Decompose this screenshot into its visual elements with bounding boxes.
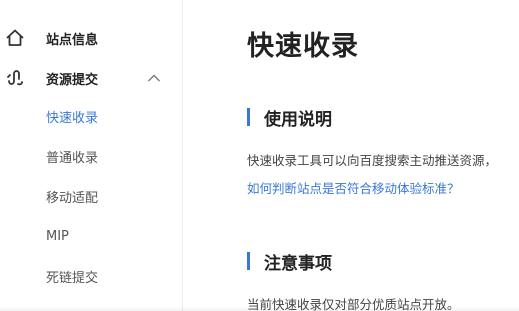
sidebar-item-resource-submit[interactable]: 资源提交	[0, 58, 182, 98]
sidebar-item-site-info[interactable]: 站点信息	[0, 18, 182, 58]
section-notice-heading: 注意事项	[247, 251, 332, 274]
sidebar-subitem-normal-index[interactable]: 普通收录	[46, 144, 98, 168]
sidebar-subitem-fast-index[interactable]: 快速收录	[46, 104, 98, 128]
usage-description: 快速收录工具可以向百度搜索主动推送资源，	[247, 153, 498, 168]
main-content: 快速收录 使用说明 快速收录工具可以向百度搜索主动推送资源， 如何判断站点是否符…	[183, 0, 519, 311]
bottom-shadow	[0, 307, 519, 311]
sidebar-subitem-mobile-adapt[interactable]: 移动适配	[46, 184, 98, 208]
sidebar-subitem-deadlink[interactable]: 死链提交	[46, 264, 98, 288]
sidebar-item-label: 资源提交	[46, 72, 99, 88]
section-usage-heading: 使用说明	[247, 107, 332, 130]
section-accent-bar	[247, 252, 250, 270]
section-accent-bar	[247, 108, 250, 126]
chevron-up-icon[interactable]	[146, 70, 162, 86]
home-icon	[4, 27, 26, 49]
mobile-standard-link[interactable]: 如何判断站点是否符合移动体验标准？	[247, 178, 460, 197]
sidebar: 站点信息 资源提交 快速收录 普通收录 移动适配 MIP 死链提交	[0, 0, 183, 311]
sidebar-item-label: 站点信息	[46, 32, 99, 48]
sidebar-subitem-mip[interactable]: MIP	[46, 224, 69, 248]
link-icon	[4, 67, 26, 89]
page-title: 快速收录	[247, 31, 359, 62]
section-title: 注意事项	[264, 253, 332, 274]
section-title: 使用说明	[264, 109, 332, 130]
